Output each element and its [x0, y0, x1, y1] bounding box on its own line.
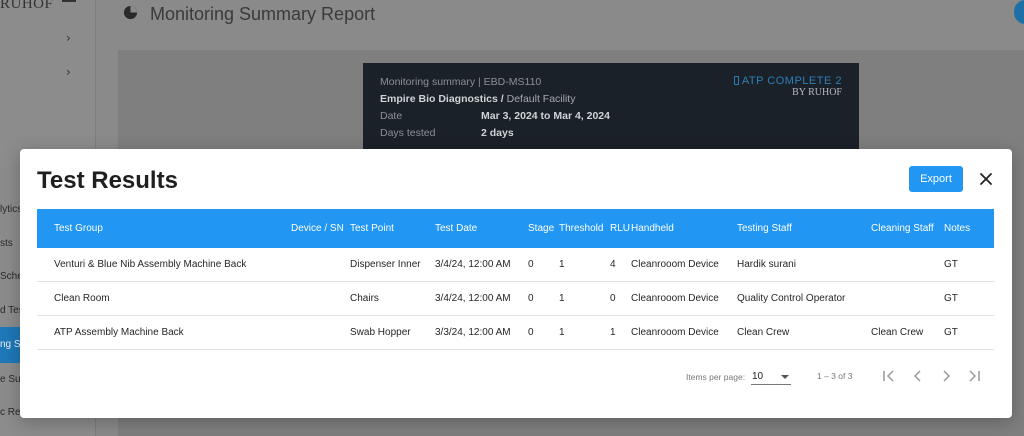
cell-testing-staff: Hardik surani	[737, 259, 796, 270]
report-facility: Empire Bio Diagnostics / Default Facilit…	[380, 93, 575, 105]
cell-test-point: Dispenser Inner	[350, 259, 421, 270]
col-cleaning-staff[interactable]: Cleaning Staff	[871, 223, 934, 234]
sidebar-item-summary[interactable]: e Su	[0, 374, 21, 385]
export-button[interactable]: Export	[909, 166, 963, 192]
cell-test-group: Venturi & Blue Nib Assembly Machine Back	[54, 259, 247, 270]
cell-threshold: 1	[559, 259, 565, 270]
table-row[interactable]: ATP Assembly Machine Back Swab Hopper 3/…	[37, 316, 994, 350]
cell-handheld: Cleanrooom Device	[631, 327, 719, 338]
menu-icon[interactable]	[62, 0, 76, 2]
cell-testing-staff: Quality Control Operator	[737, 293, 846, 304]
items-per-page-label: Items per page:	[686, 372, 746, 382]
sidebar-item-tests[interactable]: sts	[0, 238, 13, 249]
col-device-sn[interactable]: Device / SN	[291, 223, 344, 234]
cell-threshold: 1	[559, 293, 565, 304]
prev-page-icon[interactable]	[910, 368, 926, 384]
facility-name: Default Facility	[503, 93, 576, 105]
device-icon	[733, 76, 739, 85]
cell-test-date: 3/3/24, 12:00 AM	[435, 327, 511, 338]
chevron-right-icon[interactable]: ›	[66, 31, 71, 45]
pie-chart-icon	[123, 5, 138, 20]
cell-stage: 0	[528, 293, 534, 304]
cell-rlu: 1	[610, 327, 616, 338]
col-threshold[interactable]: Threshold	[559, 223, 603, 234]
cell-rlu: 0	[610, 293, 616, 304]
cell-notes: GT	[944, 259, 958, 270]
company-name: Empire Bio Diagnostics /	[380, 93, 504, 105]
cell-test-group: Clean Room	[54, 293, 110, 304]
cell-stage: 0	[528, 327, 534, 338]
avatar[interactable]	[1014, 0, 1024, 24]
cell-threshold: 1	[559, 327, 565, 338]
items-per-page-select[interactable]: 10	[751, 367, 791, 385]
table-row[interactable]: Clean Room Chairs 3/4/24, 12:00 AM 0 1 0…	[37, 282, 994, 316]
page-title: Monitoring Summary Report	[150, 4, 376, 24]
last-page-icon[interactable]	[966, 368, 982, 384]
col-test-point[interactable]: Test Point	[350, 223, 394, 234]
brand-subtitle: BY RUHOF	[792, 87, 842, 98]
sidebar-item-reports[interactable]: c Re	[0, 407, 21, 418]
cell-notes: GT	[944, 293, 958, 304]
cell-handheld: Cleanrooom Device	[631, 293, 719, 304]
first-page-icon[interactable]	[881, 368, 897, 384]
cell-test-point: Swab Hopper	[350, 327, 411, 338]
cell-stage: 0	[528, 259, 534, 270]
cell-test-date: 3/4/24, 12:00 AM	[435, 259, 511, 270]
col-rlu[interactable]: RLU	[610, 223, 630, 234]
date-value: Mar 3, 2024 to Mar 4, 2024	[481, 110, 610, 122]
report-summary-card: Monitoring summary | EBD-MS110 Empire Bi…	[363, 63, 859, 153]
cell-handheld: Cleanrooom Device	[631, 259, 719, 270]
report-id: Monitoring summary | EBD-MS110	[380, 76, 542, 88]
cell-cleaning-staff: Clean Crew	[871, 327, 924, 338]
dialog-title: Test Results	[37, 167, 178, 194]
col-test-group[interactable]: Test Group	[54, 223, 103, 234]
days-label: Days tested	[380, 127, 436, 139]
next-page-icon[interactable]	[938, 368, 954, 384]
days-value: 2 days	[481, 127, 514, 139]
sidebar-item-analytics[interactable]: lytics	[0, 204, 22, 215]
cell-rlu: 4	[610, 259, 616, 270]
chevron-right-icon[interactable]: ›	[66, 65, 71, 79]
sidebar-item-monitoring-summary[interactable]: ng Su	[0, 327, 26, 363]
cell-test-date: 3/4/24, 12:00 AM	[435, 293, 511, 304]
col-stage[interactable]: Stage	[528, 223, 554, 234]
ruhof-logo: RUHOF	[0, 0, 54, 12]
close-icon[interactable]	[976, 169, 996, 189]
table-row[interactable]: Venturi & Blue Nib Assembly Machine Back…	[37, 248, 994, 282]
cell-test-point: Chairs	[350, 293, 379, 304]
col-test-date[interactable]: Test Date	[435, 223, 477, 234]
items-per-page-value: 10	[752, 371, 764, 382]
cell-test-group: ATP Assembly Machine Back	[54, 327, 184, 338]
test-results-dialog: Test Results Export Test Group Device / …	[20, 149, 1012, 418]
col-testing-staff[interactable]: Testing Staff	[737, 223, 792, 234]
col-notes[interactable]: Notes	[944, 223, 970, 234]
brand-name: ATP COMPLETE 2	[741, 75, 842, 87]
brand-logo: ATP COMPLETE 2 BY RUHOF	[733, 75, 842, 98]
date-label: Date	[380, 110, 403, 122]
table-header: Test Group Device / SN Test Point Test D…	[37, 209, 994, 248]
cell-testing-staff: Clean Crew	[737, 327, 790, 338]
col-handheld[interactable]: Handheld	[631, 223, 674, 234]
caret-down-icon	[781, 375, 789, 379]
cell-notes: GT	[944, 327, 958, 338]
range-label: 1 – 3 of 3	[817, 371, 853, 381]
